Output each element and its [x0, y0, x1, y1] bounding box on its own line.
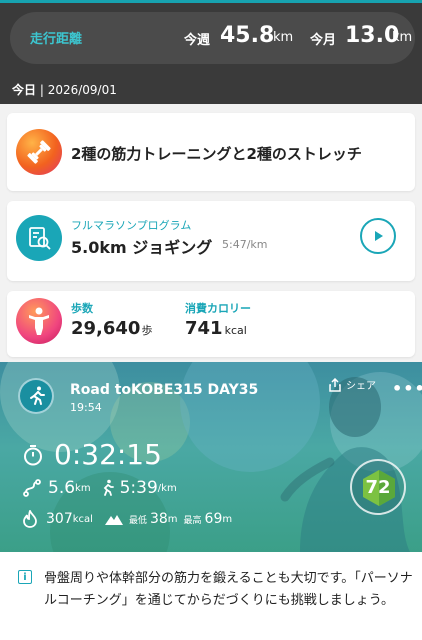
flame-icon	[23, 510, 37, 528]
calories-label: 消費カロリー	[185, 302, 251, 315]
steps-value-line: 29,640歩	[71, 318, 152, 339]
date-separator: |	[36, 83, 48, 97]
header-accent-bar	[0, 0, 422, 3]
runner-pace-icon	[103, 479, 114, 496]
share-label: シェア	[346, 381, 376, 392]
calories-value-line: 741 kcal	[185, 318, 247, 339]
activity-calories: 307	[46, 511, 73, 527]
elevation-max-unit: m	[222, 513, 233, 525]
running-icon	[18, 378, 54, 414]
header: 走行距離 今週 45.8 km 今月 13.0 km 今日 | 2026/09/…	[0, 0, 422, 104]
workout-text: 2種の筋力トレーニングと2種のストレッチ	[71, 145, 362, 163]
program-workout: 5.0km ジョギング	[71, 238, 213, 257]
program-label: フルマラソンプログラム	[71, 219, 192, 232]
steps-value: 29,640	[71, 318, 141, 339]
activity-distance-unit: km	[75, 482, 91, 494]
activity-time: 19:54	[70, 401, 102, 414]
activity-calories-unit: kcal	[72, 513, 93, 525]
activity-distance: 5.6	[48, 478, 76, 498]
activity-title: Road toKOBE315 DAY35	[70, 382, 259, 398]
elevation-min-unit: m	[167, 513, 178, 525]
workout-card[interactable]: 2種の筋力トレーニングと2種のストレッチ	[7, 113, 415, 191]
distance-pace-row: 5.6 km 5:39 /km	[22, 478, 177, 498]
plan-search-icon	[16, 215, 62, 261]
program-pace: 5:47/km	[222, 238, 268, 251]
distance-label: 走行距離	[30, 32, 83, 47]
more-menu-button[interactable]: •••	[392, 379, 422, 398]
program-card[interactable]: フルマラソンプログラム 5.0km ジョギング 5:47/km	[7, 201, 415, 281]
mountain-icon	[104, 515, 123, 525]
dumbbell-icon	[16, 129, 62, 175]
activity-duration: 0:32:15	[54, 438, 162, 471]
play-icon	[375, 231, 383, 241]
stats-card[interactable]: 歩数 29,640歩 消費カロリー 741 kcal	[7, 291, 415, 357]
duration-row: 0:32:15	[22, 438, 162, 471]
today-label: 今日	[12, 83, 37, 97]
calories-elevation-row: 307 kcal 最低 38 m 最高 69 m	[22, 510, 232, 528]
elevation-max: 69	[204, 511, 223, 527]
tip-section: i 骨盤周りや体幹部分の筋力を鍛えることも大切です。「パーソナルコーチング」を通…	[0, 552, 422, 640]
body-icon	[16, 298, 62, 344]
distance-summary[interactable]: 走行距離 今週 45.8 km 今月 13.0 km	[10, 12, 415, 64]
today-date-line: 今日 | 2026/09/01	[12, 81, 117, 98]
share-button[interactable]: シェア	[328, 377, 376, 392]
steps-unit: 歩	[141, 324, 153, 337]
elevation-min: 38	[149, 511, 168, 527]
week-distance-unit: km	[273, 30, 294, 45]
week-distance: 45.8	[220, 23, 275, 48]
run-score: 72	[365, 476, 391, 498]
play-button[interactable]	[360, 218, 396, 254]
tip-text: 骨盤周りや体幹部分の筋力を鍛えることも大切です。「パーソナルコーチング」を通じて…	[44, 571, 413, 608]
run-score-badge[interactable]: 72	[350, 459, 406, 515]
month-label: 今月	[310, 33, 337, 48]
today-date: 2026/09/01	[47, 83, 117, 97]
stopwatch-icon	[24, 444, 42, 465]
elevation-min-label: 最低	[128, 515, 147, 526]
steps-label: 歩数	[71, 302, 93, 315]
elevation-max-label: 最高	[183, 515, 202, 526]
info-icon: i	[18, 570, 32, 584]
calories-unit: kcal	[224, 324, 247, 337]
route-icon	[23, 479, 41, 497]
activity-card[interactable]: Road toKOBE315 DAY35 19:54 シェア ••• 0:32:…	[0, 362, 422, 552]
calories-value: 741	[185, 318, 223, 339]
week-label: 今週	[184, 33, 211, 48]
share-icon	[329, 377, 341, 392]
activity-pace: 5:39	[119, 478, 158, 498]
activity-pace-unit: /km	[157, 482, 177, 494]
month-distance-unit: km	[392, 30, 413, 45]
